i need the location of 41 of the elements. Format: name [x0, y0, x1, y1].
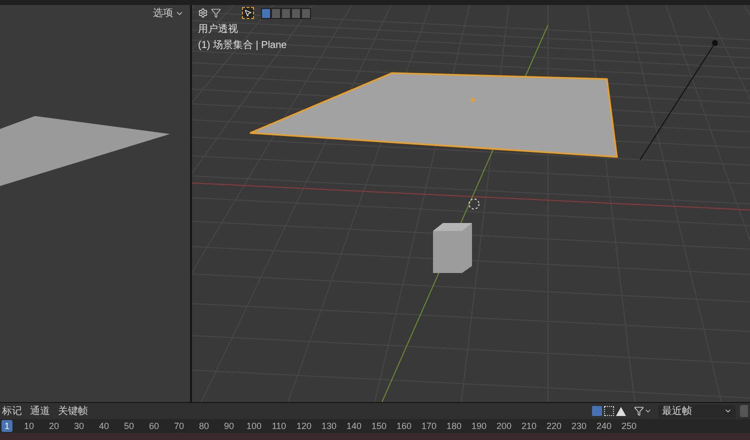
frame-number[interactable]: 90: [221, 420, 237, 432]
frame-number[interactable]: 240: [593, 420, 615, 432]
frame-number[interactable]: 140: [343, 420, 365, 432]
sync-dropdown[interactable]: 最近帧: [658, 404, 736, 418]
frame-number[interactable]: 70: [171, 420, 187, 432]
frame-number[interactable]: 120: [293, 420, 315, 432]
filter-icon[interactable]: [634, 406, 644, 416]
frame-number[interactable]: 190: [468, 420, 490, 432]
timeline-menu[interactable]: 标记: [2, 404, 22, 418]
timeline-menu[interactable]: 通道: [30, 404, 50, 418]
frame-number[interactable]: 40: [96, 420, 112, 432]
frame-number[interactable]: 160: [393, 420, 415, 432]
options-dropdown[interactable]: 选项: [151, 6, 186, 20]
filter-icon[interactable]: [211, 8, 221, 18]
frame-number[interactable]: 250: [618, 420, 640, 432]
frame-number[interactable]: 50: [121, 420, 137, 432]
frame-number[interactable]: 110: [268, 420, 290, 432]
frame-number[interactable]: 210: [518, 420, 540, 432]
frame-number[interactable]: 60: [146, 420, 162, 432]
object-info: (1) 场景集合 | Plane: [198, 38, 288, 53]
select-mode-button[interactable]: [261, 8, 271, 18]
select-tool[interactable]: [242, 7, 254, 19]
frame-number[interactable]: 130: [318, 420, 340, 432]
key-box-icon[interactable]: [604, 406, 614, 416]
frame-number[interactable]: 1: [2, 420, 12, 432]
frame-number[interactable]: 30: [71, 420, 87, 432]
view-name: 用户透视: [198, 22, 239, 37]
caret-icon[interactable]: [644, 407, 652, 415]
frame-number[interactable]: 230: [568, 420, 590, 432]
frame-number[interactable]: 200: [493, 420, 515, 432]
frame-number[interactable]: 180: [443, 420, 465, 432]
frame-number[interactable]: 100: [243, 420, 265, 432]
frame-number[interactable]: 220: [543, 420, 565, 432]
frame-number[interactable]: 20: [46, 420, 62, 432]
frame-number[interactable]: 150: [368, 420, 390, 432]
settings-icon[interactable]: [198, 8, 208, 18]
caret-icon: [724, 407, 732, 415]
timeline-menu[interactable]: 关键帧: [58, 404, 88, 418]
frame-number[interactable]: 10: [21, 420, 37, 432]
frame-number[interactable]: 170: [418, 420, 440, 432]
frame-number[interactable]: 80: [196, 420, 212, 432]
